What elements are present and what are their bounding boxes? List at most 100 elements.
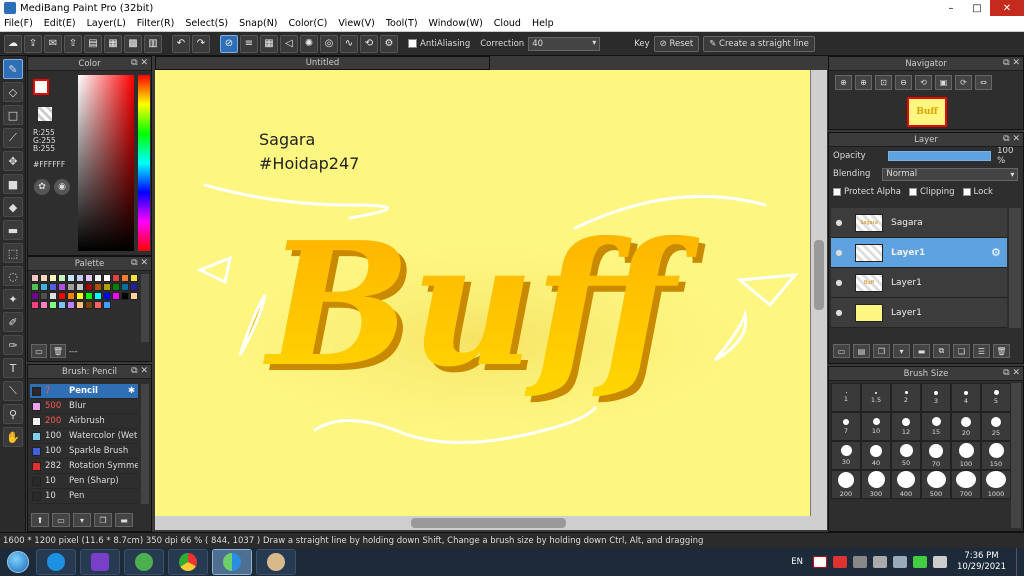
brush-size-cell[interactable]: 40 — [861, 441, 891, 470]
document-icon[interactable]: ▤ — [84, 34, 102, 53]
palette-swatch[interactable] — [112, 274, 120, 282]
menu-filter[interactable]: Filter(R) — [137, 18, 175, 29]
menu-color[interactable]: Color(C) — [289, 18, 328, 29]
palette-swatch[interactable] — [130, 274, 138, 282]
zoom-in-icon[interactable]: ⊕ — [835, 75, 852, 90]
visibility-icon[interactable]: ● — [831, 248, 847, 257]
menu-edit[interactable]: Edit(E) — [44, 18, 76, 29]
new-palette-icon[interactable]: ▭ — [31, 344, 47, 358]
canvas-vertical-scrollbar[interactable] — [811, 70, 827, 516]
gradient-tool-icon[interactable]: ▬ — [3, 220, 23, 240]
saturation-value-picker[interactable] — [78, 75, 134, 251]
upload-icon[interactable]: ⇪ — [24, 34, 42, 53]
layer-row[interactable]: ● Buff Layer1 — [831, 268, 1007, 298]
taskbar-chrome[interactable] — [168, 549, 208, 575]
brush-size-cell[interactable]: 700 — [951, 470, 981, 499]
palette-swatch[interactable] — [58, 301, 66, 309]
canvas-horizontal-scrollbar[interactable] — [155, 516, 827, 530]
visibility-icon[interactable]: ● — [831, 218, 847, 227]
palette-swatch[interactable] — [103, 274, 111, 282]
menu-file[interactable]: File(F) — [4, 18, 33, 29]
taskbar-ie[interactable] — [36, 549, 76, 575]
palette-swatch[interactable] — [40, 301, 48, 309]
brush-item[interactable]: 10 Pen (Sharp) — [30, 474, 138, 489]
brush-size-cell[interactable]: 50 — [891, 441, 921, 470]
blending-select[interactable]: Normal — [882, 167, 1019, 181]
duplicate-icon[interactable]: ❏ — [953, 344, 970, 358]
palette-scrollbar[interactable] — [141, 274, 149, 342]
navigator-thumbnail[interactable]: Buff — [907, 97, 947, 127]
palette-swatch[interactable] — [121, 292, 129, 300]
palette-swatch[interactable] — [67, 283, 75, 291]
palette-swatch[interactable] — [103, 301, 111, 309]
menu-view[interactable]: View(V) — [338, 18, 374, 29]
artboard[interactable]: Buff Buff Sagara #Hoidap247 — [155, 70, 810, 516]
select-pen-icon[interactable]: ✐ — [3, 312, 23, 332]
delete-layer-icon[interactable]: 🗑 — [993, 344, 1010, 358]
language-indicator[interactable]: EN — [791, 557, 803, 567]
monitor-tray-icon[interactable] — [893, 556, 907, 568]
menu-tool[interactable]: Tool(T) — [386, 18, 418, 29]
palette-swatch[interactable] — [67, 301, 75, 309]
brush-size-cell[interactable]: 300 — [861, 470, 891, 499]
brush-item[interactable]: 100 Watercolor (Wet) — [30, 429, 138, 444]
hue-slider[interactable] — [138, 75, 150, 251]
add-layer-menu-icon[interactable]: ▾ — [893, 344, 910, 358]
brush-item[interactable]: 500 Blur — [30, 399, 138, 414]
eraser-tool-icon[interactable]: ◇ — [3, 82, 23, 102]
palette-swatch[interactable] — [49, 292, 57, 300]
palette-swatch[interactable] — [112, 292, 120, 300]
reset-button[interactable]: ⊘ Reset — [653, 35, 700, 52]
cloud-icon[interactable]: ☁ — [4, 34, 22, 53]
panel-close-icon[interactable]: ⧉ ✕ — [131, 366, 148, 376]
grid-icon[interactable]: ▩ — [124, 34, 142, 53]
palette-swatch[interactable] — [31, 292, 39, 300]
curve-snap-icon[interactable]: ∿ — [340, 34, 358, 53]
new-layer-icon[interactable]: ▭ — [833, 344, 850, 358]
taskbar-visualstudio[interactable] — [80, 549, 120, 575]
move-tool-icon[interactable]: ✥ — [3, 151, 23, 171]
layer-row[interactable]: ● Layer1 ⚙ — [831, 238, 1007, 268]
brush-menu-icon[interactable]: ▾ — [73, 513, 91, 527]
brush-size-cell[interactable]: 70 — [921, 441, 951, 470]
layer-row[interactable]: ● Sagara Sagara — [831, 208, 1007, 238]
magic-wand-icon[interactable]: ✦ — [3, 289, 23, 309]
brush-size-cell[interactable]: 20 — [951, 412, 981, 441]
new-brush-icon[interactable]: ▭ — [52, 513, 70, 527]
select-tool-icon[interactable]: ⬚ — [3, 243, 23, 263]
snap-off-icon[interactable]: ⊘ — [220, 34, 238, 53]
maximize-button[interactable]: □ — [964, 0, 990, 16]
brush-size-cell[interactable]: 1 — [831, 383, 861, 412]
palette-swatch[interactable] — [103, 292, 111, 300]
shape-tool-icon[interactable]: ■ — [3, 174, 23, 194]
menu-cloud[interactable]: Cloud — [494, 18, 521, 29]
panel-close-icon[interactable]: ⧉ ✕ — [131, 58, 148, 68]
circle-snap-icon[interactable]: ◎ — [320, 34, 338, 53]
gear-icon[interactable]: ⚙ — [991, 246, 1007, 259]
copy-brush-icon[interactable]: ❐ — [94, 513, 112, 527]
start-button[interactable] — [0, 548, 36, 576]
clipping-checkbox[interactable]: Clipping — [908, 187, 955, 197]
protect-alpha-checkbox[interactable]: Protect Alpha — [833, 187, 901, 197]
menu-help[interactable]: Help — [532, 18, 554, 29]
menu-select[interactable]: Select(S) — [185, 18, 228, 29]
palette-swatch[interactable] — [76, 274, 84, 282]
settings-icon[interactable]: ⚙ — [380, 34, 398, 53]
palette-swatch[interactable] — [67, 292, 75, 300]
cross-snap-icon[interactable]: ▦ — [260, 34, 278, 53]
dot-tool-icon[interactable]: □ — [3, 105, 23, 125]
canvas-tab[interactable]: Untitled — [155, 56, 490, 70]
palette-swatch[interactable] — [121, 274, 129, 282]
taskbar-medibang[interactable] — [212, 549, 252, 575]
palette-swatch[interactable] — [76, 283, 84, 291]
canvas-area[interactable]: Buff Buff Sagara #Hoidap247 — [155, 70, 827, 530]
radial-snap-icon[interactable]: ✺ — [300, 34, 318, 53]
scroll-thumb[interactable] — [814, 240, 824, 310]
brush-tool-icon[interactable]: ✎ — [3, 59, 23, 79]
delete-palette-icon[interactable]: 🗑 — [50, 344, 66, 358]
panel-close-icon[interactable]: ⧉ ✕ — [1003, 58, 1020, 68]
layout-icon[interactable]: ▥ — [144, 34, 162, 53]
palette-swatch[interactable] — [49, 301, 57, 309]
menu-layer[interactable]: Layer(L) — [87, 18, 126, 29]
palette-swatch[interactable] — [85, 283, 93, 291]
